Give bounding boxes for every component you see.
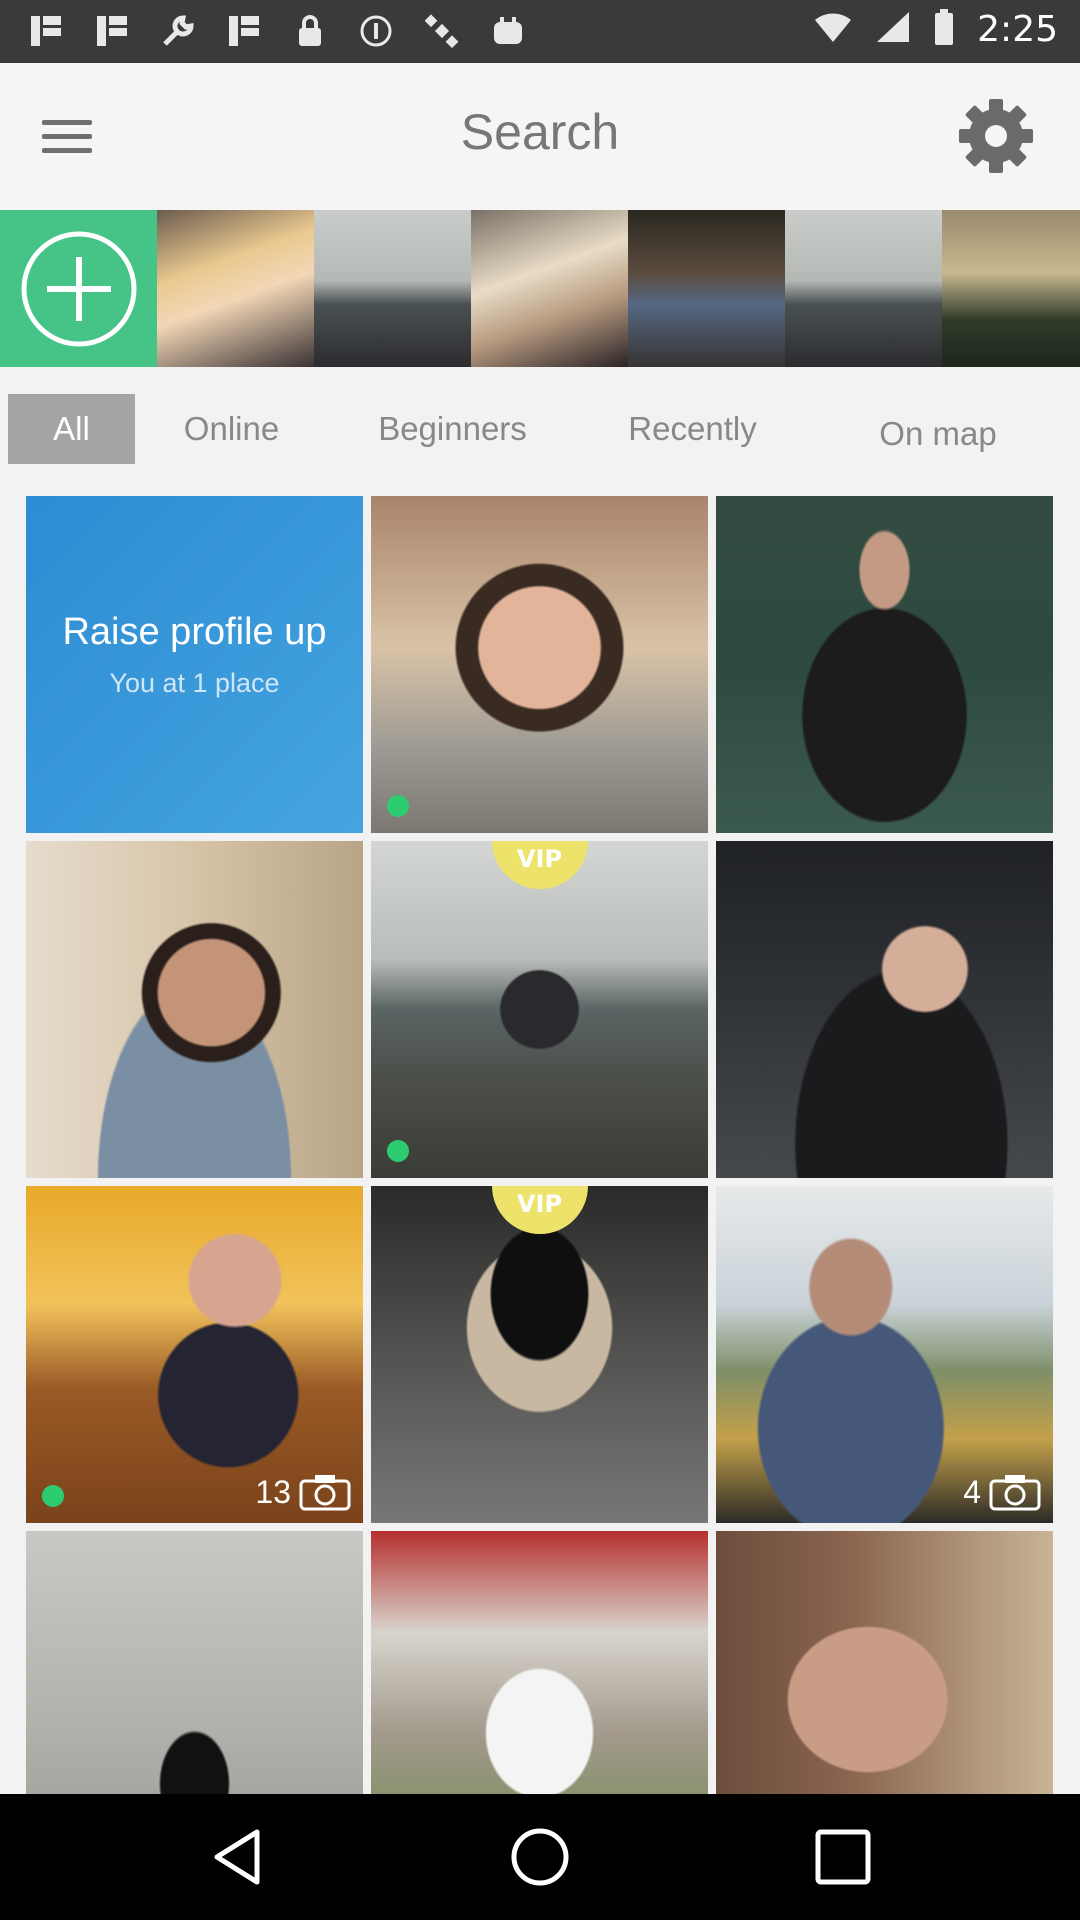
online-indicator xyxy=(42,1485,64,1507)
profile-card[interactable] xyxy=(716,841,1053,1178)
online-indicator xyxy=(387,795,409,817)
tab-beginners[interactable]: Beginners xyxy=(355,394,550,464)
filter-tabs: All Online Beginners Recently On map xyxy=(0,367,1080,492)
stories-row xyxy=(0,210,1080,367)
story-avatar[interactable] xyxy=(314,210,471,367)
status-right: 2:25 xyxy=(813,8,1058,50)
vip-badge: VIP xyxy=(491,841,588,889)
vip-label: VIP xyxy=(516,1190,563,1218)
tab-label: Online xyxy=(183,410,280,447)
add-icon xyxy=(21,231,136,346)
profile-card[interactable] xyxy=(371,496,708,833)
photo-count-value: 4 xyxy=(963,1473,981,1510)
notification-icon xyxy=(28,12,64,50)
bag-icon xyxy=(490,12,526,50)
battery-icon xyxy=(933,8,955,50)
story-avatar[interactable] xyxy=(471,210,628,367)
story-avatar[interactable] xyxy=(785,210,942,367)
photo-count-value: 13 xyxy=(255,1473,291,1510)
promo-subtitle: You at 1 place xyxy=(109,667,280,698)
tab-label: Beginners xyxy=(378,410,527,447)
tab-on-map[interactable]: On map xyxy=(858,399,1018,469)
profile-card[interactable] xyxy=(716,496,1053,833)
profile-card[interactable] xyxy=(716,1531,1053,1794)
system-nav-bar xyxy=(0,1794,1080,1920)
profile-card[interactable]: VIP xyxy=(371,1186,708,1523)
add-story-button[interactable] xyxy=(0,210,157,367)
wrench-icon xyxy=(160,12,196,50)
status-icons xyxy=(28,12,526,50)
status-time: 2:25 xyxy=(977,8,1058,50)
recents-icon[interactable] xyxy=(810,1824,876,1890)
promo-title: Raise profile up xyxy=(62,610,327,653)
story-avatar[interactable] xyxy=(157,210,314,367)
vip-label: VIP xyxy=(516,845,563,873)
camera-icon xyxy=(989,1475,1041,1511)
lock-icon xyxy=(292,12,328,50)
online-indicator xyxy=(387,1140,409,1162)
story-avatar[interactable] xyxy=(942,210,1080,367)
story-avatar[interactable] xyxy=(628,210,785,367)
tab-recently[interactable]: Recently xyxy=(600,394,785,464)
profile-card[interactable]: 4 xyxy=(716,1186,1053,1523)
tab-all[interactable]: All xyxy=(8,394,135,464)
tab-label: All xyxy=(53,410,90,447)
tab-label: On map xyxy=(879,415,997,452)
page-title: Search xyxy=(460,104,620,160)
satellite-icon xyxy=(424,12,460,50)
notification-icon xyxy=(226,12,262,50)
photo-count: 13 xyxy=(255,1473,351,1511)
profile-card[interactable]: VIP xyxy=(371,841,708,1178)
profile-card[interactable] xyxy=(26,1531,363,1794)
gear-icon[interactable] xyxy=(955,95,1037,177)
profile-card[interactable] xyxy=(26,841,363,1178)
photo-count: 4 xyxy=(963,1473,1041,1511)
tab-online[interactable]: Online xyxy=(160,394,303,464)
profile-card[interactable]: 13 xyxy=(26,1186,363,1523)
back-icon[interactable] xyxy=(205,1824,271,1890)
raise-profile-card[interactable]: Raise profile up You at 1 place xyxy=(26,496,363,833)
signal-icon xyxy=(875,10,911,48)
info-icon xyxy=(358,12,394,50)
tab-label: Recently xyxy=(628,410,757,447)
camera-icon xyxy=(299,1475,351,1511)
vip-badge: VIP xyxy=(491,1186,588,1234)
home-icon[interactable] xyxy=(507,1824,573,1890)
wifi-icon xyxy=(813,10,853,48)
profile-grid: Raise profile up You at 1 place VIP 13 V… xyxy=(26,496,1054,1794)
status-bar: 2:25 xyxy=(0,0,1080,63)
app-header: Search xyxy=(0,63,1080,210)
profile-card[interactable] xyxy=(371,1531,708,1794)
notification-icon xyxy=(94,12,130,50)
